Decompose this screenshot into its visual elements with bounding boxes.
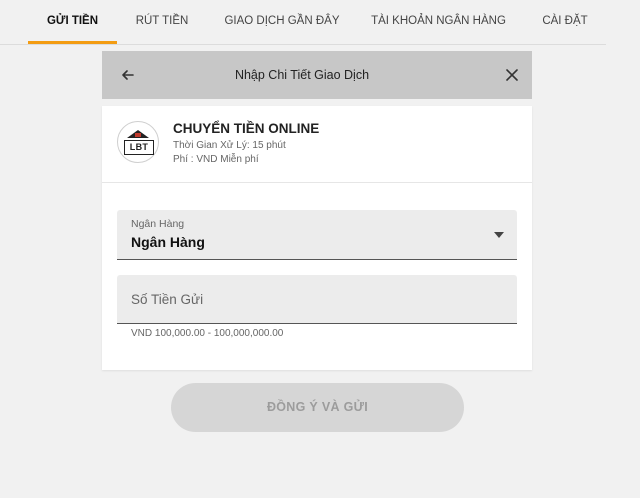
bank-select-label: Ngân Hàng <box>131 218 185 230</box>
tab-withdraw[interactable]: RÚT TIỀN <box>126 0 198 43</box>
amount-field-wrapper <box>117 275 517 324</box>
dialog-header: Nhập Chi Tiết Giao Dịch <box>102 51 532 99</box>
bank-logo: LBT <box>117 121 159 163</box>
agree-and-submit-button[interactable]: ĐỒNG Ý VÀ GỬI <box>171 383 464 432</box>
dialog-title: Nhập Chi Tiết Giao Dịch <box>234 68 370 82</box>
transaction-card: LBT CHUYỂN TIỀN ONLINE Thời Gian Xử Lý: … <box>102 106 532 370</box>
amount-input[interactable] <box>117 275 517 323</box>
amount-range-hint: VND 100,000.00 - 100,000,000.00 <box>131 328 284 339</box>
active-tab-indicator <box>28 41 117 44</box>
logo-text: LBT <box>124 140 154 155</box>
tab-recent-transactions[interactable]: GIAO DỊCH GẦN ĐÂY <box>216 0 348 43</box>
payment-method-info: LBT CHUYỂN TIỀN ONLINE Thời Gian Xử Lý: … <box>102 106 532 183</box>
logo-roof-icon <box>127 130 149 138</box>
tab-settings[interactable]: CÀI ĐẶT <box>530 0 600 43</box>
method-name: CHUYỂN TIỀN ONLINE <box>173 121 320 136</box>
tab-bank-accounts[interactable]: TÀI KHOẢN NGÂN HÀNG <box>365 0 512 43</box>
tab-deposit[interactable]: GỬI TIỀN <box>28 0 117 43</box>
top-tab-bar: GỬI TIỀN RÚT TIỀN GIAO DỊCH GẦN ĐÂY TÀI … <box>0 0 606 45</box>
fee-info: Phí : VND Miễn phí <box>173 154 259 165</box>
bank-select-value: Ngân Hàng <box>131 234 205 250</box>
close-button[interactable] <box>502 65 522 85</box>
caret-down-icon <box>494 232 504 238</box>
close-icon <box>506 69 518 81</box>
processing-time: Thời Gian Xử Lý: 15 phút <box>173 140 286 151</box>
bank-select[interactable]: Ngân Hàng Ngân Hàng <box>117 210 517 260</box>
